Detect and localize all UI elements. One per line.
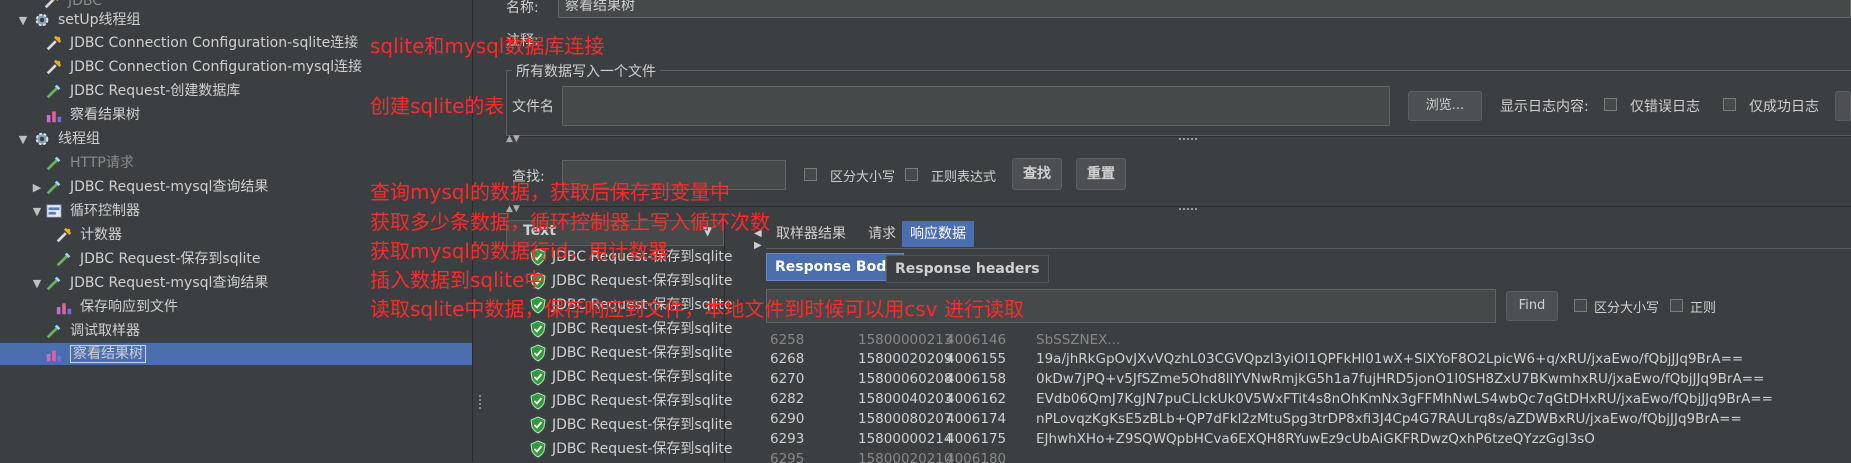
- list-item[interactable]: JDBC Request-保存到sqlite: [530, 438, 732, 460]
- find-button[interactable]: 查找: [1012, 158, 1062, 190]
- list-item[interactable]: JDBC Request-保存到sqlite: [530, 270, 732, 292]
- list-item[interactable]: JDBC Request-保存到sqlite: [530, 366, 732, 388]
- collapse-arrow-icon[interactable]: ▼: [16, 14, 30, 27]
- expand-right-icon[interactable]: ▶: [754, 240, 762, 251]
- errors-only-label: 仅错误日志: [1630, 99, 1700, 115]
- browse-button[interactable]: 浏览...: [1408, 91, 1482, 121]
- errors-only-checkbox[interactable]: [1604, 98, 1617, 111]
- wrench-icon: [44, 34, 64, 52]
- chart-icon: [54, 298, 74, 316]
- response-case-label: 区分大小写: [1594, 301, 1660, 316]
- tab-sampler-result[interactable]: 取样器结果: [768, 221, 854, 247]
- response-body-text[interactable]: 6258 15800000213 4006146 SbSSZNEX... 6268 15…: [766, 329, 1851, 463]
- wrench-icon: [54, 226, 74, 244]
- list-item[interactable]: JDBC Request-保存到sqlite: [530, 342, 732, 364]
- list-item[interactable]: JDBC Request-保存到sqlite: [530, 390, 732, 412]
- gear-icon: [32, 130, 52, 148]
- tab-response-body[interactable]: Response Body: [766, 253, 905, 281]
- name-label: 名称:: [506, 0, 539, 16]
- collapse-arrow-icon[interactable]: ▼: [30, 205, 44, 218]
- tree-item-http-request[interactable]: HTTP请求: [44, 152, 134, 174]
- pipette-icon: [44, 178, 64, 196]
- collapse-arrow-icon[interactable]: ▼: [16, 133, 30, 146]
- log-label: 显示日志内容:: [1500, 99, 1589, 115]
- success-icon: [530, 368, 546, 386]
- tree-item-results-tree-2[interactable]: 察看结果树: [0, 343, 472, 365]
- success-only-checkbox[interactable]: [1723, 98, 1736, 111]
- annotation-connections: sqlite和mysql数据库连接: [370, 34, 605, 58]
- annotation-insert-sqlite: 插入数据到sqlite中: [370, 268, 545, 292]
- annotation-counter: 获取mysql的数据行id，用计数器: [370, 239, 669, 263]
- tree-item-counter[interactable]: 计数器: [54, 224, 122, 246]
- tree-item-thread-group[interactable]: 线程组: [32, 128, 100, 150]
- tree-item-mysql-connection[interactable]: JDBC Connection Configuration-mysql连接: [44, 56, 362, 78]
- collapse-arrow-icon[interactable]: ▼: [30, 277, 44, 290]
- tab-response-data[interactable]: 响应数据: [902, 221, 974, 247]
- tree-item-save-response[interactable]: 保存响应到文件: [54, 296, 178, 318]
- success-only-label: 仅成功日志: [1749, 99, 1819, 115]
- success-icon: [530, 320, 546, 338]
- tree-item-debug-sampler[interactable]: 调试取样器: [44, 320, 140, 342]
- gear-icon: [32, 11, 52, 29]
- configure-button[interactable]: [1835, 91, 1851, 121]
- tab-request[interactable]: 请求: [860, 221, 904, 247]
- annotation-read-sqlite: 读取sqlite中数据，保存响应到文件，本地文件到时候可以用csv 进行读取: [370, 297, 1024, 321]
- splitter-grip-icon: [1178, 138, 1197, 140]
- filename-input[interactable]: [562, 86, 1390, 126]
- splitter-grip-icon: [479, 395, 485, 409]
- pipette-icon: [54, 250, 74, 268]
- section-title: 所有数据写入一个文件: [512, 61, 660, 81]
- tree-item-loop-controller[interactable]: 循环控制器: [44, 200, 140, 222]
- tree-item-setup-thread-group[interactable]: setUp线程组: [32, 9, 141, 31]
- response-regex-label: 正则: [1690, 301, 1717, 316]
- tree-item-mysql-query-2[interactable]: JDBC Request-mysql查询结果: [44, 272, 268, 294]
- loop-icon: [44, 202, 64, 220]
- tab-response-headers[interactable]: Response headers: [886, 255, 1049, 283]
- list-item[interactable]: JDBC Request-保存到sqlite: [530, 414, 732, 436]
- pipette-icon: [44, 154, 64, 172]
- regex-label: 正则表达式: [931, 170, 997, 185]
- chart-icon: [44, 345, 64, 363]
- tree-item-save-sqlite[interactable]: JDBC Request-保存到sqlite: [54, 248, 260, 270]
- response-find-button[interactable]: Find: [1506, 291, 1558, 321]
- pipette-icon: [44, 82, 64, 100]
- case-sensitive-label: 区分大小写: [830, 170, 896, 185]
- annotation-create-table: 创建sqlite的表: [370, 94, 505, 118]
- response-regex-checkbox[interactable]: [1670, 299, 1683, 312]
- tree-item-mysql-query-1[interactable]: JDBC Request-mysql查询结果: [44, 176, 268, 198]
- wrench-icon: [44, 58, 64, 76]
- tree-item-sqlite-connection[interactable]: JDBC Connection Configuration-sqlite连接: [44, 32, 358, 54]
- case-sensitive-checkbox[interactable]: [804, 168, 817, 181]
- reset-button[interactable]: 重置: [1076, 158, 1126, 190]
- expand-arrow-icon[interactable]: ▶: [30, 181, 44, 194]
- pipette-icon: [44, 322, 64, 340]
- splitter-grip-icon: [1178, 208, 1197, 210]
- success-icon: [530, 392, 546, 410]
- success-icon: [530, 344, 546, 362]
- horizontal-splitter-1[interactable]: [506, 136, 1851, 145]
- chart-icon: [44, 106, 64, 124]
- annotation-loop-count: 获取多少条数据，循环控制器上写入循环次数: [370, 210, 770, 234]
- name-input[interactable]: 察看结果树: [558, 0, 1851, 18]
- collapse-pane-icon[interactable]: ▲▼: [506, 134, 520, 144]
- response-data-panel: Response Body Response headers Find 区分大小…: [766, 248, 1851, 463]
- response-case-checkbox[interactable]: [1574, 299, 1587, 312]
- pipette-icon: [44, 274, 64, 292]
- filename-label: 文件名: [512, 99, 554, 115]
- success-icon: [530, 440, 546, 458]
- tree-item-create-db[interactable]: JDBC Request-创建数据库: [44, 80, 240, 102]
- annotation-query-mysql: 查询mysql的数据，获取后保存到变量中: [370, 180, 730, 204]
- tree-item-results-tree-1[interactable]: 察看结果树: [44, 104, 140, 126]
- success-icon: [530, 416, 546, 434]
- regex-checkbox[interactable]: [905, 168, 918, 181]
